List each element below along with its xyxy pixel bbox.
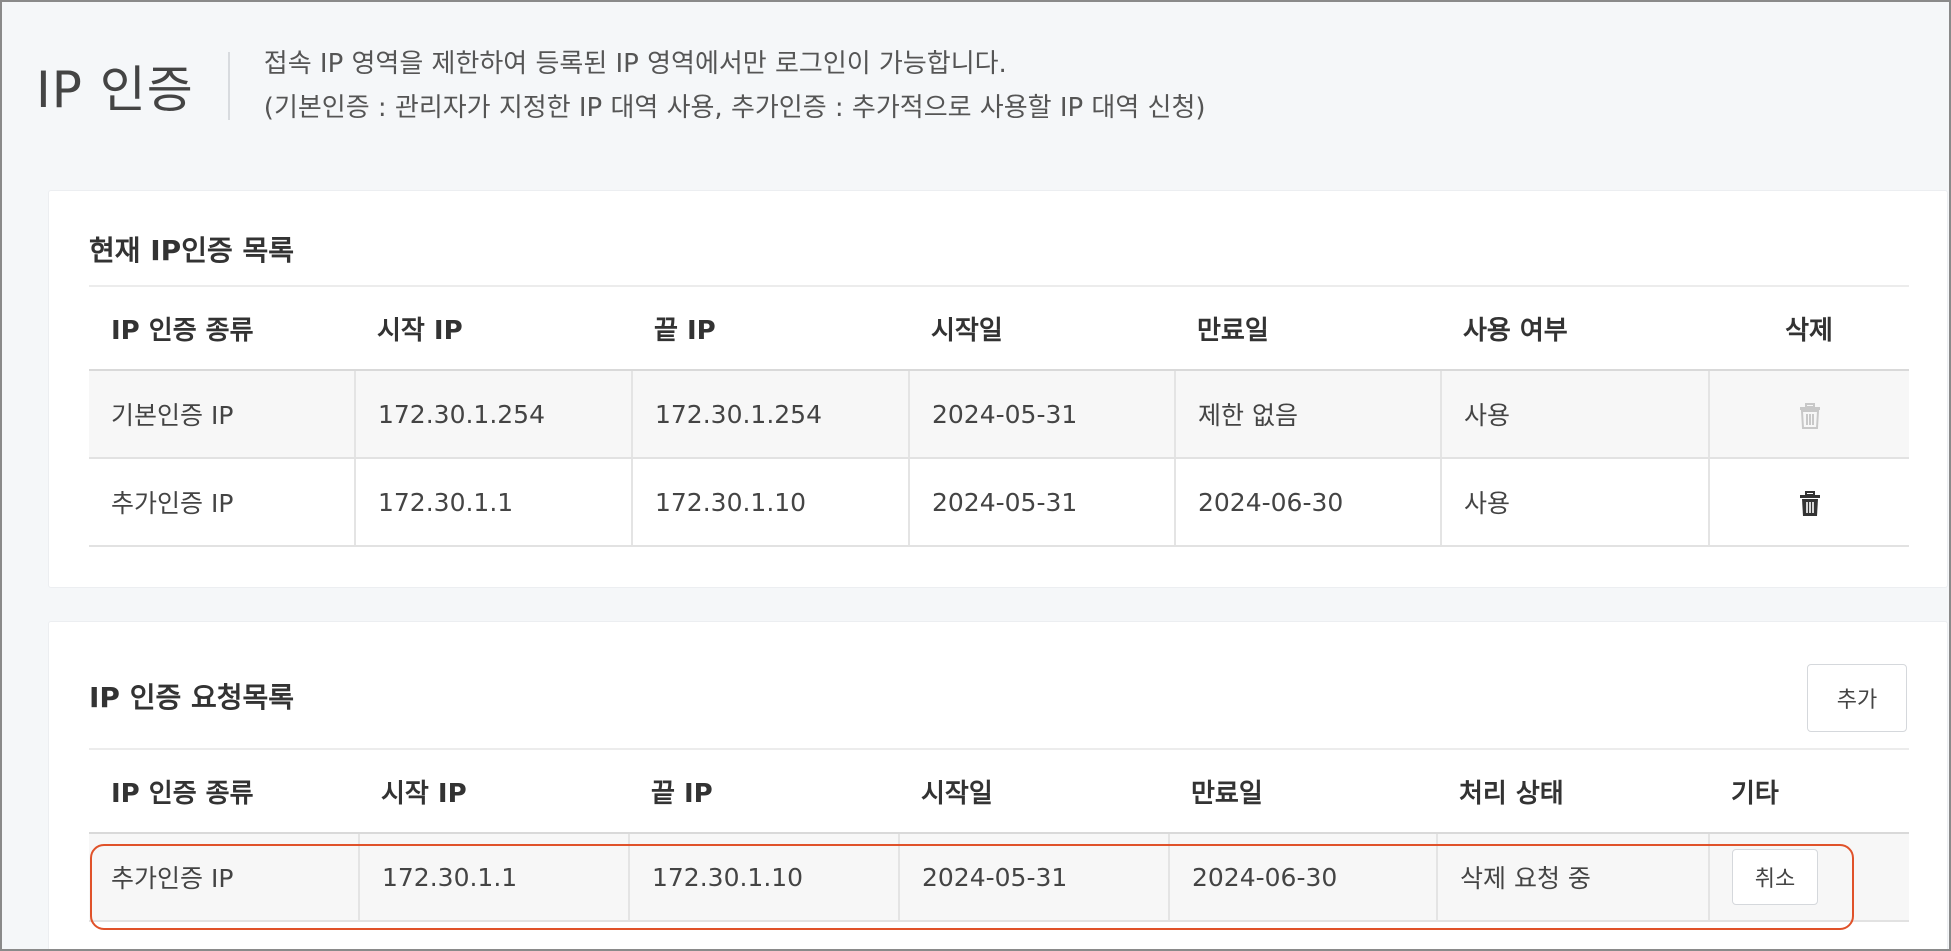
request-list-title: IP 인증 요청목록: [89, 681, 294, 714]
cell-end-date: 2024-06-30: [1169, 833, 1438, 922]
table-row: 기본인증 IP 172.30.1.254 172.30.1.254 2024-0…: [89, 370, 1909, 459]
page-header: IP 인증 접속 IP 영역을 제한하여 등록된 IP 영역에서만 로그인이 가…: [36, 46, 1206, 126]
description-line-2: (기본인증 : 관리자가 지정한 IP 대역 사용, 추가인증 : 추가적으로 …: [263, 93, 1206, 123]
cell-auth-type: 기본인증 IP: [89, 370, 356, 459]
cell-start-date: 2024-05-31: [909, 370, 1176, 459]
cell-end-ip: 172.30.1.10: [629, 833, 900, 922]
column-header: 시작일: [909, 285, 1175, 371]
column-header: 사용 여부: [1441, 285, 1709, 371]
cell-delete: [1709, 370, 1909, 459]
cell-usage: 사용: [1441, 458, 1710, 547]
ip-auth-request-table: IP 인증 종류 시작 IP 끝 IP 시작일 만료일 처리 상태 기타 추가인…: [89, 748, 1909, 922]
trash-icon[interactable]: [1799, 490, 1821, 517]
cell-auth-type: 추가인증 IP: [89, 833, 360, 922]
column-header: 기타: [1709, 748, 1909, 834]
cell-start-date: 2024-05-31: [909, 458, 1176, 547]
cell-end-date: 제한 없음: [1175, 370, 1442, 459]
cell-end-date: 2024-06-30: [1175, 458, 1442, 547]
ip-auth-request-card: IP 인증 요청목록 추가 IP 인증 종류 시작 IP 끝 IP 시작일 만료…: [48, 621, 1948, 949]
column-header: IP 인증 종류: [89, 748, 359, 834]
cell-action: 취소: [1709, 833, 1909, 922]
cancel-button[interactable]: 취소: [1732, 849, 1818, 905]
column-header: 끝 IP: [629, 748, 899, 834]
table-row: 추가인증 IP 172.30.1.1 172.30.1.10 2024-05-3…: [89, 458, 1909, 547]
current-ip-auth-card: 현재 IP인증 목록 IP 인증 종류 시작 IP 끝 IP 시작일 만료일 사…: [48, 190, 1948, 588]
cell-end-ip: 172.30.1.10: [632, 458, 910, 547]
column-header: 시작 IP: [359, 748, 629, 834]
table-row: 추가인증 IP 172.30.1.1 172.30.1.10 2024-05-3…: [89, 833, 1909, 922]
table-header-row: IP 인증 종류 시작 IP 끝 IP 시작일 만료일 사용 여부 삭제: [89, 285, 1909, 371]
page-title: IP 인증: [36, 61, 194, 119]
cell-status: 삭제 요청 중: [1437, 833, 1710, 922]
current-ip-auth-table: IP 인증 종류 시작 IP 끝 IP 시작일 만료일 사용 여부 삭제 기본인…: [89, 285, 1909, 547]
column-header: 끝 IP: [632, 285, 909, 371]
header-divider: [227, 52, 230, 120]
column-header: 만료일: [1175, 285, 1441, 371]
cell-start-ip: 172.30.1.254: [355, 370, 633, 459]
column-header: 시작일: [899, 748, 1169, 834]
page-description: 접속 IP 영역을 제한하여 등록된 IP 영역에서만 로그인이 가능합니다. …: [264, 42, 1206, 130]
cell-end-ip: 172.30.1.254: [632, 370, 910, 459]
add-button[interactable]: 추가: [1807, 664, 1907, 732]
cell-delete: [1709, 458, 1909, 547]
cell-start-ip: 172.30.1.1: [359, 833, 630, 922]
trash-icon: [1799, 402, 1821, 429]
current-list-title: 현재 IP인증 목록: [89, 234, 294, 267]
column-header: 삭제: [1709, 285, 1909, 371]
ip-auth-page: IP 인증 접속 IP 영역을 제한하여 등록된 IP 영역에서만 로그인이 가…: [0, 0, 1951, 951]
column-header: IP 인증 종류: [89, 285, 355, 371]
cell-start-date: 2024-05-31: [899, 833, 1170, 922]
cell-usage: 사용: [1441, 370, 1710, 459]
column-header: 처리 상태: [1437, 748, 1709, 834]
cell-start-ip: 172.30.1.1: [355, 458, 633, 547]
table-header-row: IP 인증 종류 시작 IP 끝 IP 시작일 만료일 처리 상태 기타: [89, 748, 1909, 834]
column-header: 시작 IP: [355, 285, 632, 371]
description-line-1: 접속 IP 영역을 제한하여 등록된 IP 영역에서만 로그인이 가능합니다.: [263, 49, 1007, 79]
cell-auth-type: 추가인증 IP: [89, 458, 356, 547]
column-header: 만료일: [1169, 748, 1437, 834]
